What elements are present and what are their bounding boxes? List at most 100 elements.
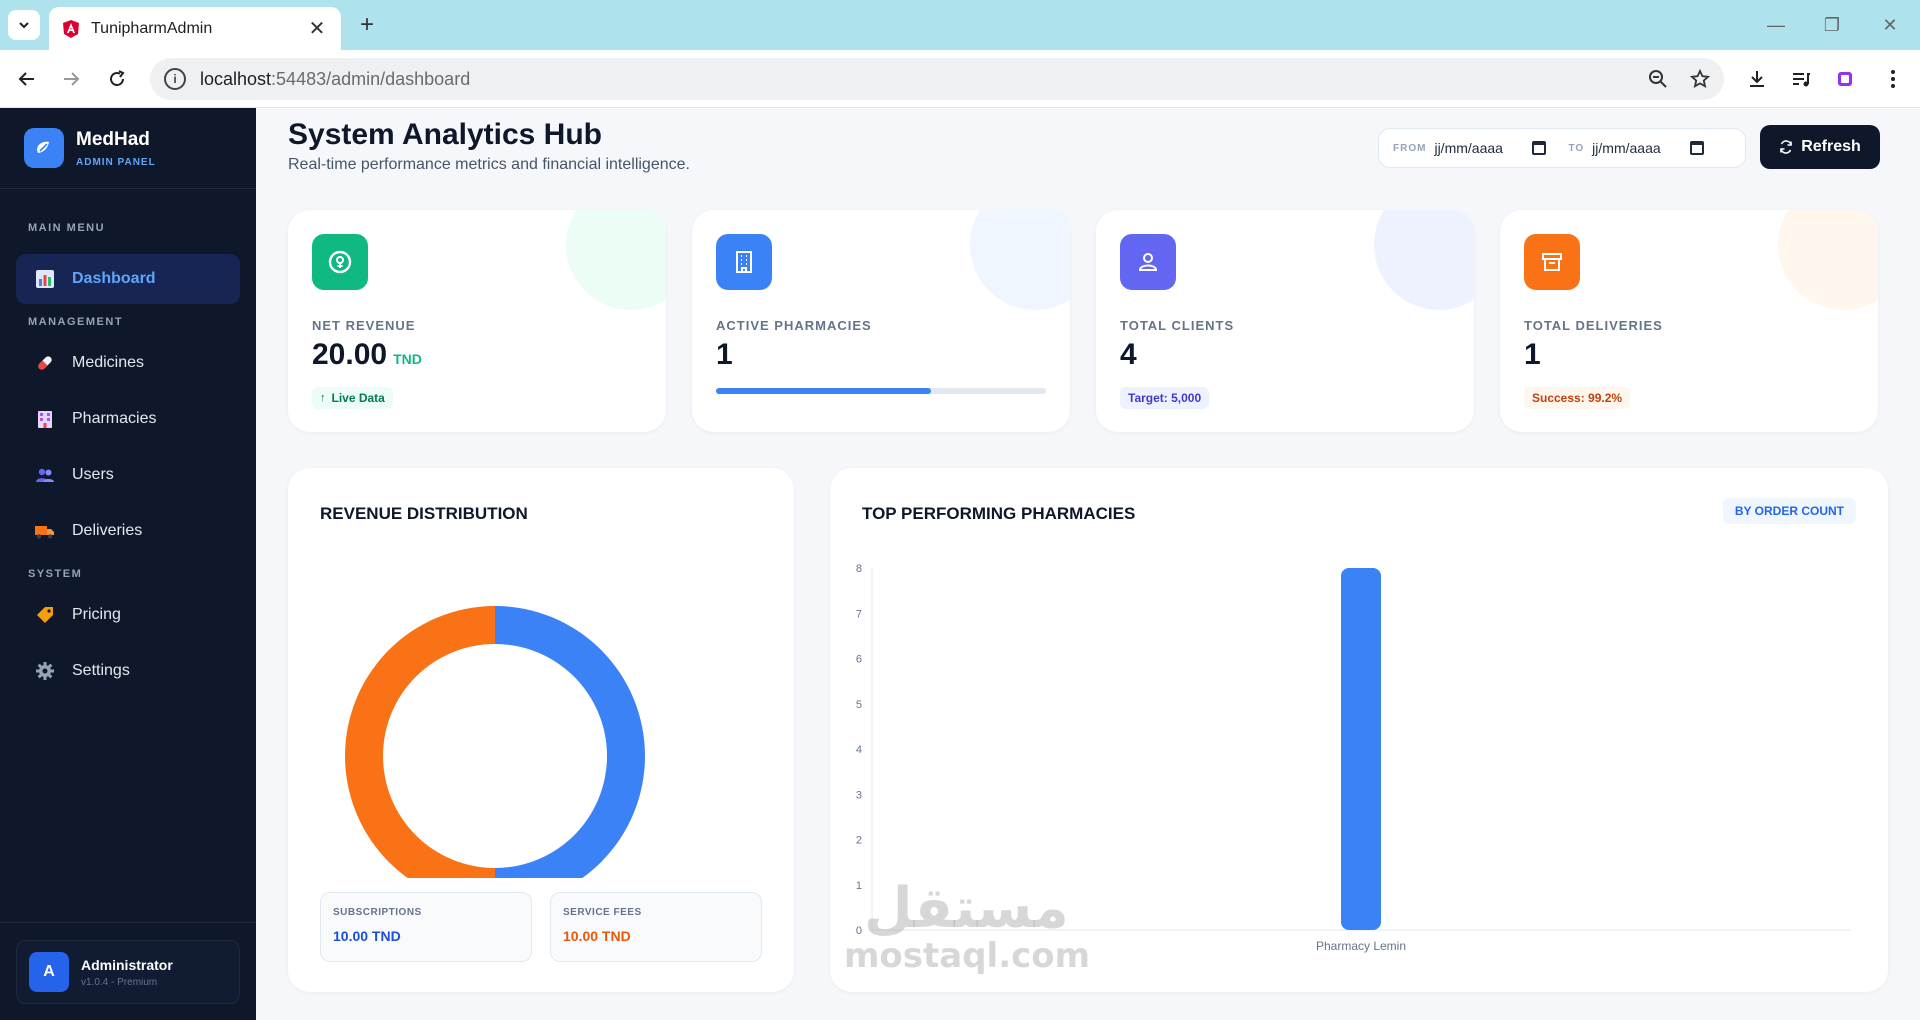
- section-label-main: MAIN MENU: [28, 222, 106, 234]
- gear-icon: [34, 660, 56, 682]
- extension-button[interactable]: [1830, 64, 1860, 94]
- browser-menu-button[interactable]: [1878, 64, 1908, 94]
- arrow-up-icon: ↑: [320, 392, 326, 404]
- sidebar-item-users[interactable]: Users: [16, 450, 240, 500]
- from-date-input[interactable]: jj/mm/aaaa: [1434, 140, 1524, 156]
- kpi-card-net-revenue: NET REVENUE 20.00 TND ↑ Live Data: [288, 210, 666, 432]
- sidebar-item-medicines[interactable]: Medicines: [16, 338, 240, 388]
- building-icon: [34, 408, 56, 430]
- subscriptions-card: SUBSCRIPTIONS 10.00 TND: [320, 892, 532, 962]
- url-path: :54483/admin/dashboard: [271, 68, 471, 89]
- sidebar-item-label: Pricing: [72, 606, 121, 623]
- y-tick-label: 2: [856, 835, 862, 847]
- service-fees-card: SERVICE FEES 10.00 TND: [550, 892, 762, 962]
- brand-subtitle: ADMIN PANEL: [76, 156, 156, 168]
- tab-search-button[interactable]: [8, 10, 40, 40]
- tag-icon: [34, 604, 56, 626]
- users-icon: [34, 464, 56, 486]
- star-icon[interactable]: [1690, 69, 1710, 89]
- y-tick-label: 8: [856, 563, 862, 575]
- media-button[interactable]: [1786, 64, 1816, 94]
- sidebar-item-label: Deliveries: [72, 522, 143, 539]
- page-title: System Analytics Hub: [288, 118, 602, 151]
- revenue-icon: [312, 234, 368, 290]
- back-button[interactable]: [12, 64, 42, 94]
- minimize-button[interactable]: —: [1756, 10, 1796, 40]
- site-info-icon[interactable]: i: [164, 68, 186, 90]
- decorative-blob: [970, 210, 1070, 310]
- more-vertical-icon: [1891, 70, 1895, 88]
- decorative-blob: [566, 210, 666, 310]
- arrow-right-icon: [64, 72, 80, 86]
- status-badge: Target: 5,000: [1120, 387, 1210, 409]
- panel-title: REVENUE DISTRIBUTION: [320, 504, 528, 523]
- decorative-blob: [1374, 210, 1474, 310]
- decorative-blob: [1778, 210, 1878, 310]
- brand-logo-icon: [24, 128, 64, 168]
- watermark: مستقل mostaql.com: [844, 876, 1091, 976]
- sidebar-item-label: Medicines: [72, 354, 145, 371]
- kpi-card-total-deliveries: TOTAL DELIVERIES 1 Success: 99.2%: [1500, 210, 1878, 432]
- sidebar-item-pricing[interactable]: Pricing: [16, 590, 240, 640]
- archive-icon: [1524, 234, 1580, 290]
- status-badge: Success: 99.2%: [1524, 387, 1631, 409]
- sidebar-item-settings[interactable]: Settings: [16, 646, 240, 696]
- chevron-down-icon: [19, 22, 29, 29]
- browser-tabstrip: TunipharmAdmin ✕ + — ❐ ✕: [0, 0, 1920, 50]
- download-button[interactable]: [1742, 64, 1772, 94]
- mini-value: 10.00 TND: [563, 928, 631, 944]
- restore-button[interactable]: ❐: [1812, 10, 1852, 40]
- address-bar[interactable]: i localhost:54483/admin/dashboard: [150, 58, 1724, 100]
- from-label: FROM: [1393, 142, 1427, 154]
- sidebar-item-label: Dashboard: [72, 270, 156, 287]
- kpi-card-total-clients: TOTAL CLIENTS 4 Target: 5,000: [1096, 210, 1474, 432]
- kpi-label: NET REVENUE: [312, 318, 416, 333]
- kpi-label: ACTIVE PHARMACIES: [716, 318, 872, 333]
- progress-fill: [716, 388, 931, 394]
- section-label-management: MANAGEMENT: [28, 316, 124, 328]
- browser-tab[interactable]: TunipharmAdmin ✕: [49, 7, 341, 50]
- donut-chart: [345, 606, 645, 878]
- sidebar-item-pharmacies[interactable]: Pharmacies: [16, 394, 240, 444]
- y-tick-label: 3: [856, 789, 862, 801]
- kpi-card-active-pharmacies: ACTIVE PHARMACIES 1: [692, 210, 1070, 432]
- building-icon: [716, 234, 772, 290]
- to-date-input[interactable]: jj/mm/aaaa: [1592, 140, 1682, 156]
- calendar-icon[interactable]: [1532, 141, 1547, 155]
- brand[interactable]: MedHad ADMIN PANEL: [24, 128, 156, 168]
- sidebar-item-deliveries[interactable]: Deliveries: [16, 506, 240, 556]
- bar[interactable]: [1341, 568, 1381, 930]
- sort-tag[interactable]: BY ORDER COUNT: [1722, 498, 1856, 524]
- user-card[interactable]: A Administrator v1.0.4 - Premium: [16, 940, 240, 1004]
- sidebar-item-label: Settings: [72, 662, 130, 679]
- user-name: Administrator: [81, 956, 173, 973]
- x-tick-label: Pharmacy Lemin: [1316, 939, 1406, 953]
- zoom-icon[interactable]: [1648, 69, 1668, 89]
- kpi-value: 1: [1524, 338, 1541, 371]
- sidebar-item-label: Users: [72, 466, 114, 483]
- playlist-icon: [1793, 73, 1810, 87]
- close-tab-icon[interactable]: ✕: [305, 16, 329, 41]
- status-badge: ↑ Live Data: [312, 387, 393, 409]
- watermark-latin: mostaql.com: [844, 936, 1091, 976]
- refresh-button[interactable]: Refresh: [1760, 125, 1880, 169]
- avatar: A: [29, 952, 69, 992]
- reload-icon: [110, 70, 125, 86]
- donut-slice-service-fees[interactable]: [345, 606, 495, 878]
- sidebar-item-dashboard[interactable]: Dashboard: [16, 254, 240, 304]
- users-icon: [1120, 234, 1176, 290]
- reload-button[interactable]: [102, 64, 132, 94]
- forward-button[interactable]: [56, 64, 86, 94]
- sidebar: MedHad ADMIN PANEL MAIN MENU Dashboard M…: [0, 108, 256, 1020]
- kpi-value: 1: [716, 338, 733, 371]
- calendar-icon[interactable]: [1690, 141, 1705, 155]
- donut-slice-subscriptions[interactable]: [495, 606, 645, 878]
- new-tab-button[interactable]: +: [352, 10, 382, 40]
- watermark-arabic: مستقل: [864, 876, 1069, 941]
- close-window-button[interactable]: ✕: [1870, 10, 1910, 40]
- page-subtitle: Real-time performance metrics and financ…: [288, 156, 690, 173]
- y-tick-label: 4: [856, 744, 862, 756]
- revenue-distribution-panel: REVENUE DISTRIBUTION SUBSCRIPTIONS 10.00…: [288, 468, 794, 992]
- download-icon: [1750, 71, 1764, 87]
- to-label: TO: [1568, 142, 1585, 154]
